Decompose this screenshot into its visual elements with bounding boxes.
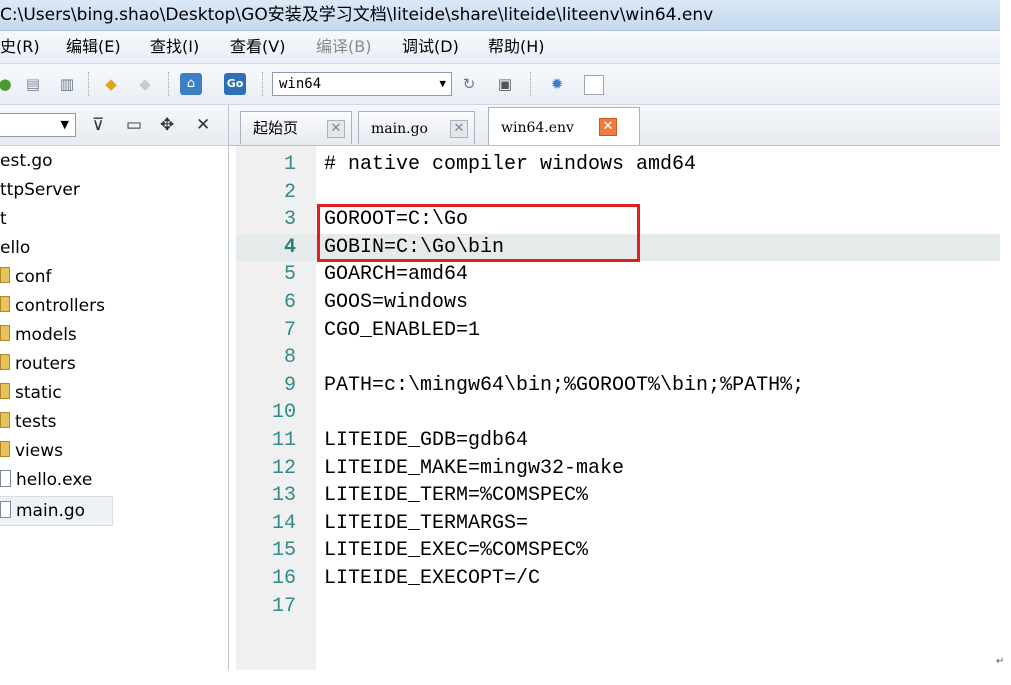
- project-panel-header: ▼ ⊽ ▭ ✥ ✕: [0, 105, 228, 146]
- code-line[interactable]: 16 LITEIDE_EXECOPT=/C: [236, 565, 1000, 593]
- menu-history[interactable]: 史(R): [0, 31, 40, 63]
- menu-build[interactable]: 编译(B): [316, 31, 371, 63]
- code-line[interactable]: 8: [236, 344, 1000, 372]
- refresh-icon[interactable]: ↻: [458, 73, 480, 95]
- annotation-highlight-box: [317, 204, 640, 262]
- tree-item[interactable]: ttpServer: [0, 176, 80, 204]
- close-icon[interactable]: ✕: [327, 120, 345, 138]
- main-toolbar: ● ▤ ▥ ◆ ◆ ⌂ Go win64 ▼ ↻ ▣ ✹: [0, 64, 1000, 105]
- tree-item-selected[interactable]: main.go: [0, 496, 113, 526]
- chevron-down-icon: ▼: [60, 118, 69, 131]
- checkbox-icon[interactable]: [584, 75, 604, 95]
- folder-icon: [0, 354, 10, 370]
- menu-find[interactable]: 查找(I): [150, 31, 199, 63]
- save-all-icon[interactable]: ▥: [56, 73, 78, 95]
- save-icon[interactable]: ▤: [22, 73, 44, 95]
- tree-item[interactable]: ello: [0, 234, 30, 262]
- tree-item[interactable]: models: [0, 321, 77, 349]
- code-line[interactable]: 10: [236, 399, 1000, 427]
- home-icon[interactable]: ⌂: [180, 73, 202, 95]
- code-line[interactable]: 7 CGO_ENABLED=1: [236, 317, 1000, 345]
- go-file-icon: [0, 500, 11, 518]
- code-line[interactable]: 1 # native compiler windows amd64: [236, 151, 1000, 179]
- return-mark-icon: ↵: [996, 656, 1005, 667]
- move-icon[interactable]: ✥: [160, 115, 174, 135]
- menu-debug[interactable]: 调试(D): [402, 31, 459, 63]
- env-edit-icon[interactable]: ▣: [494, 73, 516, 95]
- tree-item[interactable]: conf: [0, 263, 52, 291]
- folder-icon: [0, 412, 10, 428]
- tree-item[interactable]: static: [0, 379, 62, 407]
- code-line[interactable]: 13 LITEIDE_TERM=%COMSPEC%: [236, 482, 1000, 510]
- tab-start-page[interactable]: 起始页 ✕: [240, 111, 352, 144]
- tree-item[interactable]: hello.exe: [0, 466, 92, 494]
- project-panel: ▼ ⊽ ▭ ✥ ✕ est.go ttpServer t ello conf c…: [0, 105, 229, 670]
- code-line[interactable]: 2: [236, 179, 1000, 207]
- code-line[interactable]: 15 LITEIDE_EXEC=%COMSPEC%: [236, 537, 1000, 565]
- code-line[interactable]: 9 PATH=c:\mingw64\bin;%GOROOT%\bin;%PATH%…: [236, 372, 1000, 400]
- menu-help[interactable]: 帮助(H): [488, 31, 545, 63]
- close-icon[interactable]: ✕: [450, 120, 468, 138]
- menu-view[interactable]: 查看(V): [230, 31, 285, 63]
- editor-tab-bar: 起始页 ✕ main.go ✕ win64.env ✕: [229, 105, 1000, 146]
- tree-item[interactable]: controllers: [0, 292, 105, 320]
- tree-item[interactable]: tests: [0, 408, 57, 436]
- code-line[interactable]: 14 LITEIDE_TERMARGS=: [236, 510, 1000, 538]
- close-icon[interactable]: ✕: [599, 118, 617, 136]
- menu-edit[interactable]: 编辑(E): [66, 31, 121, 63]
- chevron-down-icon: ▼: [439, 77, 446, 90]
- toolbar-separator: [530, 72, 533, 96]
- folder-icon: [0, 383, 10, 399]
- forward-icon[interactable]: ◆: [134, 73, 156, 95]
- folder-icon: [0, 441, 10, 457]
- exe-file-icon: [0, 469, 11, 487]
- tree-item[interactable]: t: [0, 205, 7, 233]
- code-line[interactable]: 17: [236, 593, 1000, 621]
- tab-win64-env[interactable]: win64.env ✕: [488, 107, 640, 145]
- environment-select[interactable]: win64 ▼: [272, 72, 452, 96]
- folder-icon: [0, 325, 10, 341]
- code-line[interactable]: 11 LITEIDE_GDB=gdb64: [236, 427, 1000, 455]
- tree-item[interactable]: routers: [0, 350, 76, 378]
- folder-icon: [0, 296, 10, 312]
- environment-select-value: win64: [279, 76, 322, 92]
- gear-icon[interactable]: ✹: [546, 73, 568, 95]
- back-icon[interactable]: ◆: [100, 73, 122, 95]
- toolbar-separator: [262, 72, 265, 96]
- code-line[interactable]: 6 GOOS=windows: [236, 289, 1000, 317]
- window-icon[interactable]: ▭: [126, 115, 142, 135]
- window-title-bar: C:\Users\bing.shao\Desktop\GO安装及学习文档\lit…: [0, 0, 1000, 31]
- go-icon[interactable]: Go: [224, 73, 246, 95]
- filter-icon[interactable]: ⊽: [92, 115, 104, 135]
- menu-bar: 史(R) 编辑(E) 查找(I) 查看(V) 编译(B) 调试(D) 帮助(H): [0, 31, 1000, 64]
- close-icon[interactable]: ✕: [196, 115, 210, 135]
- toolbar-separator: [168, 72, 171, 96]
- tree-item[interactable]: est.go: [0, 147, 53, 175]
- tab-main-go[interactable]: main.go ✕: [358, 111, 475, 144]
- code-line[interactable]: 12 LITEIDE_MAKE=mingw32-make: [236, 455, 1000, 483]
- toolbar-separator: [88, 72, 91, 96]
- folder-icon: [0, 267, 10, 283]
- code-line[interactable]: 5 GOARCH=amd64: [236, 261, 1000, 289]
- project-view-select[interactable]: ▼: [0, 113, 76, 137]
- new-icon[interactable]: ●: [0, 73, 16, 95]
- window-title: C:\Users\bing.shao\Desktop\GO安装及学习文档\lit…: [0, 5, 714, 25]
- tree-item[interactable]: views: [0, 437, 63, 465]
